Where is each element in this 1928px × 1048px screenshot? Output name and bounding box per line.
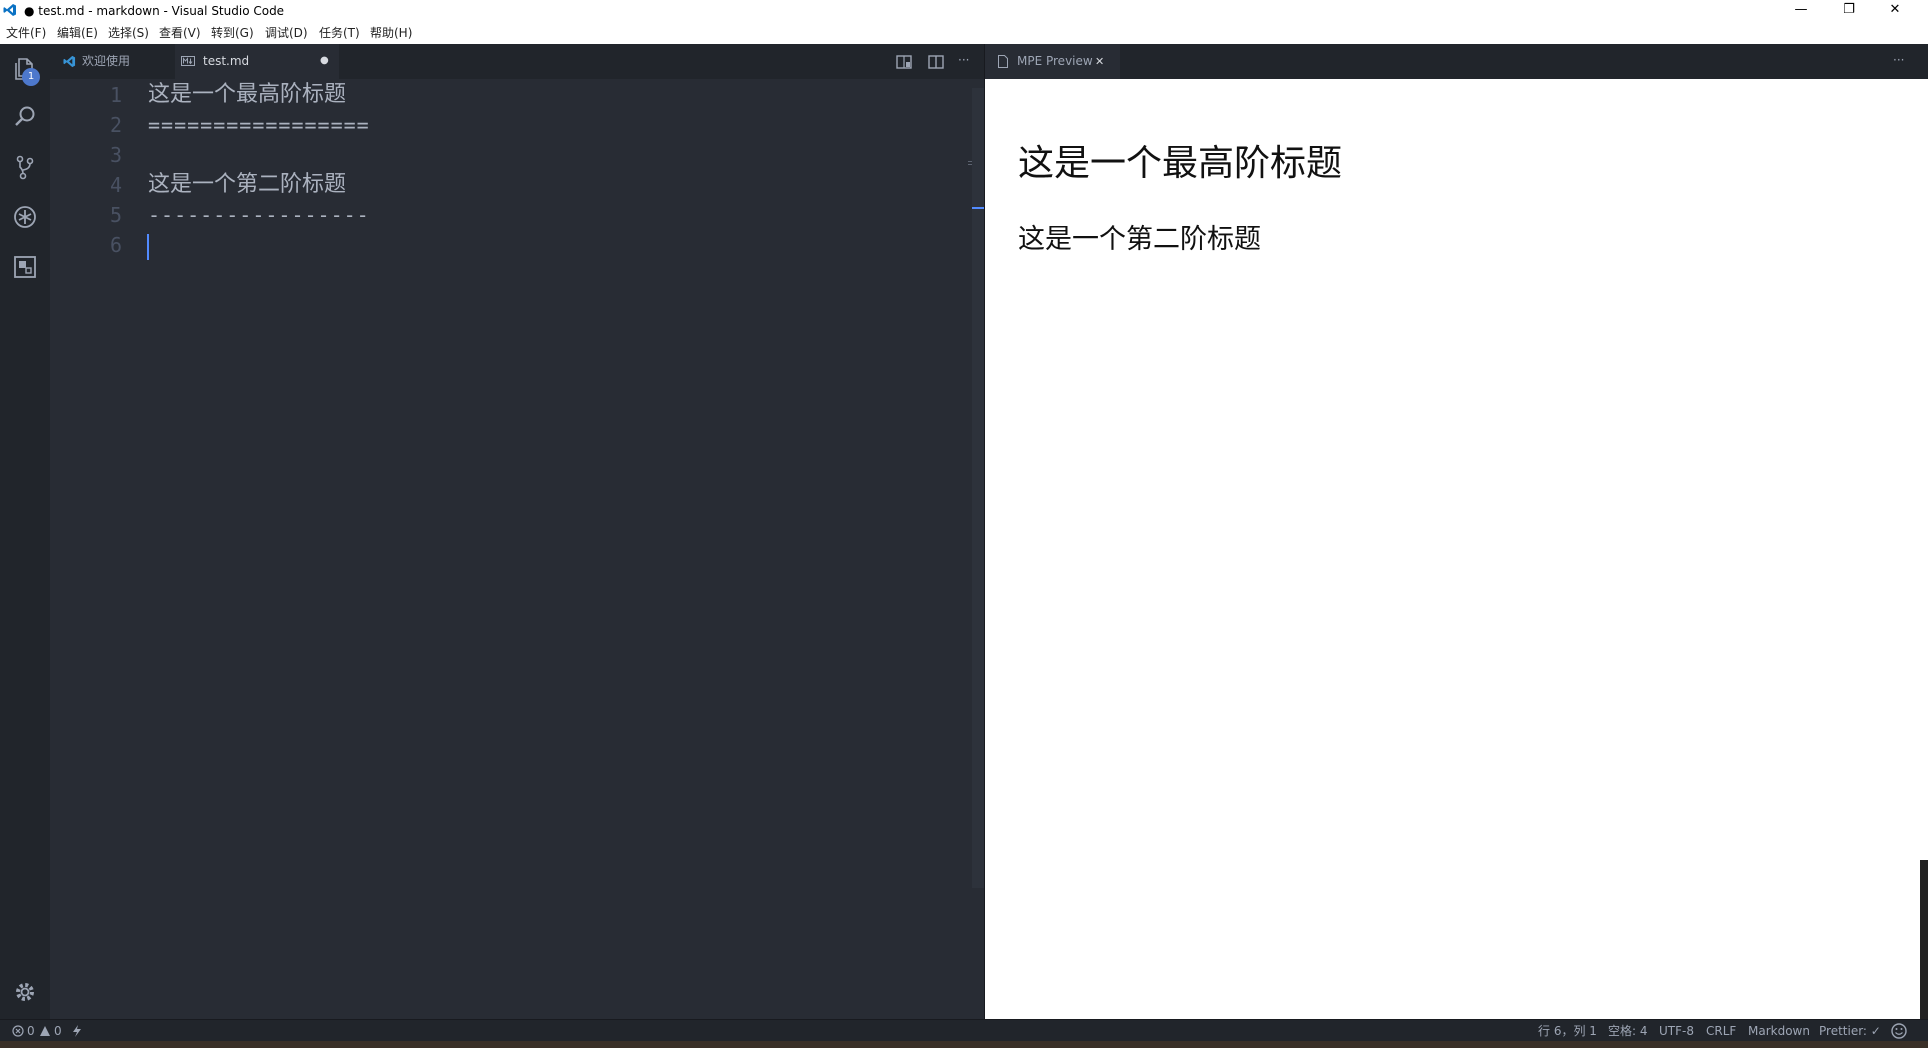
markdown-file-icon	[181, 56, 195, 66]
indentation[interactable]: 空格: 4	[1608, 1023, 1648, 1039]
minimize-button[interactable]: —	[1778, 0, 1824, 22]
line-text: 这是一个第二阶标题	[148, 172, 347, 197]
tab-welcome-label: 欢迎使用	[82, 54, 131, 68]
line-number: 4	[109, 173, 122, 197]
split-editor-icon[interactable]	[925, 52, 947, 72]
preview-heading-2: 这是一个第二阶标题	[1018, 224, 1261, 255]
code-line: 6	[50, 230, 972, 260]
menu-bar: 文件(F) 编辑(E) 选择(S) 查看(V) 转到(G) 调试(D) 任务(T…	[0, 22, 1928, 45]
debug-icon[interactable]	[10, 202, 40, 232]
error-icon[interactable]	[12, 1025, 24, 1037]
feedback-smiley-icon[interactable]	[1891, 1023, 1907, 1039]
code-line: 2 =================	[50, 110, 972, 140]
unsaved-dot-icon[interactable]: ●	[320, 53, 329, 68]
warning-icon[interactable]	[39, 1025, 51, 1037]
status-bar: 0 0 行 6，列 1 空格: 4 UTF-8 CRLF Markdown Pr…	[0, 1019, 1928, 1042]
menu-selection[interactable]: 选择(S)	[108, 26, 149, 40]
menu-help[interactable]: 帮助(H)	[370, 26, 412, 40]
tab-mpe-preview[interactable]: MPE Preview ✕	[985, 44, 1120, 79]
tab-welcome[interactable]: 欢迎使用	[50, 44, 175, 79]
more-actions-icon[interactable]: ···	[958, 53, 969, 67]
source-control-icon[interactable]	[10, 152, 40, 182]
editor-tab-bar: 欢迎使用 test.md ● ···	[50, 44, 984, 79]
tab-test-md-label: test.md	[203, 54, 250, 68]
code-line: 4 这是一个第二阶标题	[50, 170, 972, 200]
lightning-icon[interactable]	[72, 1025, 82, 1037]
close-tab-icon[interactable]: ✕	[1095, 54, 1104, 69]
activity-bar: 1	[0, 44, 50, 1019]
line-text: =================	[148, 113, 370, 137]
preview-scrollbar-thumb[interactable]	[1920, 860, 1928, 1019]
vscode-tab-icon	[63, 55, 76, 68]
line-number: 5	[109, 203, 122, 227]
settings-gear-icon[interactable]	[10, 977, 40, 1007]
line-number: 2	[109, 113, 122, 137]
tab-mpe-preview-label: MPE Preview	[1017, 54, 1093, 68]
cursor-position[interactable]: 行 6，列 1	[1538, 1023, 1597, 1039]
vscode-logo-icon	[3, 4, 16, 16]
menu-file[interactable]: 文件(F)	[6, 26, 46, 40]
line-number: 3	[109, 143, 122, 167]
encoding[interactable]: UTF-8	[1659, 1023, 1694, 1039]
text-cursor	[147, 234, 149, 260]
error-count[interactable]: 0	[27, 1023, 35, 1039]
menu-tasks[interactable]: 任务(T)	[319, 26, 360, 40]
editor-cursor-marker	[972, 207, 984, 209]
language-mode[interactable]: Markdown	[1748, 1023, 1810, 1039]
code-line: 3	[50, 140, 972, 170]
markdown-preview: 这是一个最高阶标题 这是一个第二阶标题	[985, 79, 1920, 1019]
extensions-icon[interactable]	[10, 252, 40, 282]
code-line: 1 这是一个最高阶标题	[50, 80, 972, 110]
tab-test-md[interactable]: test.md ●	[175, 44, 339, 79]
line-text: 这是一个最高阶标题	[148, 82, 347, 107]
window-title: ● test.md - markdown - Visual Studio Cod…	[24, 4, 285, 18]
explorer-badge: 1	[22, 68, 40, 86]
restore-button[interactable]: ❐	[1826, 0, 1872, 22]
file-icon	[998, 55, 1008, 68]
line-number: 1	[109, 83, 122, 107]
preview-heading-1: 这是一个最高阶标题	[1018, 143, 1343, 184]
end-of-line[interactable]: CRLF	[1706, 1023, 1736, 1039]
search-icon[interactable]	[10, 102, 40, 132]
os-taskbar-strip	[0, 1041, 1928, 1048]
menu-view[interactable]: 查看(V)	[159, 26, 201, 40]
close-window-button[interactable]: ✕	[1872, 0, 1918, 22]
code-line: 5 -----------------	[50, 200, 972, 230]
prettier-status[interactable]: Prettier: ✓	[1819, 1023, 1879, 1039]
code-editor[interactable]: 1 这是一个最高阶标题 2 ================= 3 4 这是一个…	[50, 79, 984, 1019]
preview-more-actions-icon[interactable]: ···	[1893, 53, 1904, 68]
warning-count[interactable]: 0	[54, 1023, 62, 1039]
line-number: 6	[109, 233, 122, 257]
menu-go[interactable]: 转到(G)	[211, 26, 254, 40]
menu-edit[interactable]: 编辑(E)	[57, 26, 98, 40]
preview-tab-bar: MPE Preview ✕ ···	[985, 44, 1928, 79]
line-text: -----------------	[148, 203, 370, 227]
open-preview-icon[interactable]	[893, 52, 915, 72]
title-bar: ● test.md - markdown - Visual Studio Cod…	[0, 0, 1928, 22]
menu-debug[interactable]: 调试(D)	[265, 26, 308, 40]
